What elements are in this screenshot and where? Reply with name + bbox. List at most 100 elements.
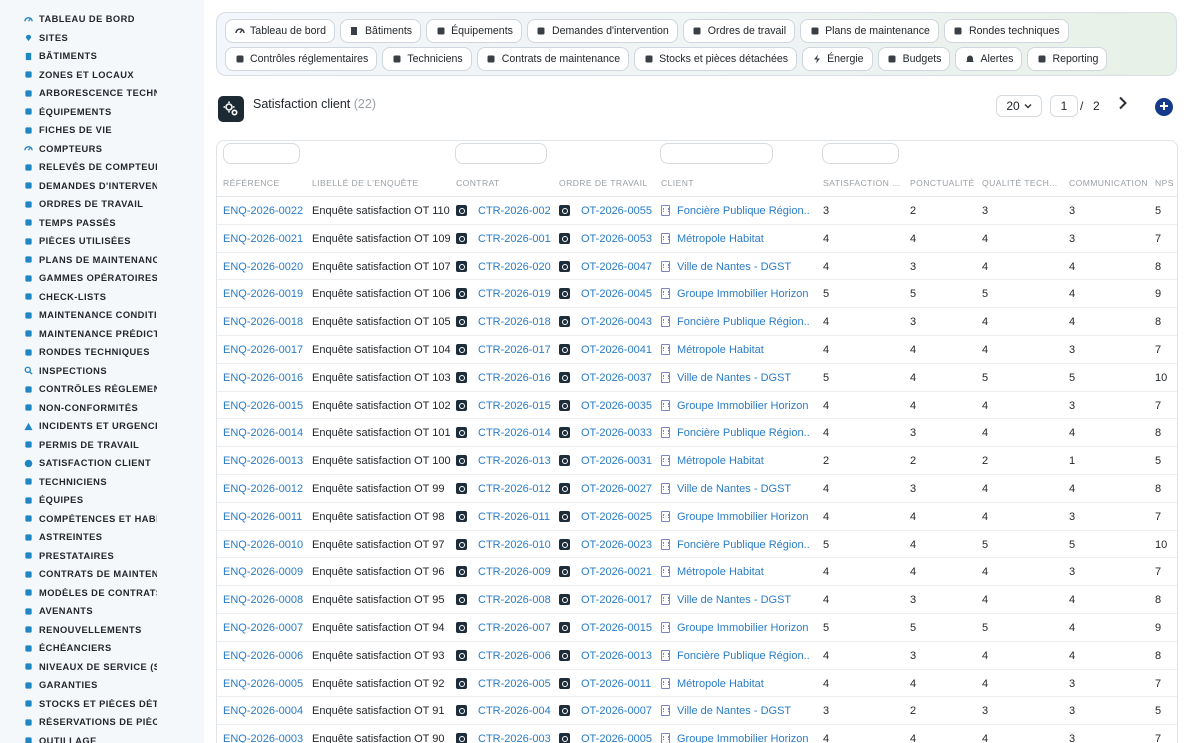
reference-link[interactable]: ENQ-2026-0013 bbox=[223, 455, 303, 467]
column-header[interactable]: CONTRAT bbox=[456, 178, 500, 188]
client-link[interactable]: Ville de Nantes - DGST bbox=[677, 372, 810, 384]
contract-link[interactable]: CTR-2026-019 bbox=[478, 288, 551, 300]
client-link[interactable]: Groupe Immobilier Horizon bbox=[677, 622, 810, 634]
client-link[interactable]: Groupe Immobilier Horizon bbox=[677, 288, 810, 300]
reference-link[interactable]: ENQ-2026-0018 bbox=[223, 316, 303, 328]
reference-link[interactable]: ENQ-2026-0016 bbox=[223, 372, 303, 384]
table-row[interactable]: ENQ-2026-0021 Enquête satisfaction OT 109… bbox=[217, 225, 1177, 253]
sidebar-item-maintenance-predicti[interactable]: MAINTENANCE PRÉDICTI bbox=[0, 325, 204, 344]
work-order-link[interactable]: OT-2026-0047 bbox=[581, 261, 652, 273]
client-link[interactable]: Métropole Habitat bbox=[677, 455, 810, 467]
reference-link[interactable]: ENQ-2026-0014 bbox=[223, 427, 303, 439]
sidebar-item-plans-de-maintenance[interactable]: PLANS DE MAINTENANCE bbox=[0, 251, 204, 270]
work-order-link[interactable]: OT-2026-0033 bbox=[581, 427, 652, 439]
table-row[interactable]: ENQ-2026-0010 Enquête satisfaction OT 97 C… bbox=[217, 531, 1177, 559]
column-header[interactable]: CLIENT bbox=[661, 178, 694, 188]
contract-link[interactable]: CTR-2026-001 bbox=[478, 233, 551, 245]
reference-link[interactable]: ENQ-2026-0004 bbox=[223, 705, 303, 717]
contract-link[interactable]: CTR-2026-002 bbox=[478, 205, 551, 217]
table-row[interactable]: ENQ-2026-0013 Enquête satisfaction OT 100… bbox=[217, 447, 1177, 475]
sidebar-item-astreintes[interactable]: ASTREINTES bbox=[0, 528, 204, 547]
work-order-link[interactable]: OT-2026-0023 bbox=[581, 539, 652, 551]
contract-link[interactable]: CTR-2026-008 bbox=[478, 594, 551, 606]
sidebar-item-avenants[interactable]: AVENANTS bbox=[0, 602, 204, 621]
work-order-link[interactable]: OT-2026-0025 bbox=[581, 511, 652, 523]
contrat-filter-input[interactable] bbox=[455, 143, 547, 164]
client-link[interactable]: Ville de Nantes - DGST bbox=[677, 705, 810, 717]
reference-link[interactable]: ENQ-2026-0008 bbox=[223, 594, 303, 606]
reference-link[interactable]: ENQ-2026-0020 bbox=[223, 261, 303, 273]
sidebar-item-echeanciers[interactable]: ÉCHÉANCIERS bbox=[0, 639, 204, 658]
client-link[interactable]: Ville de Nantes - DGST bbox=[677, 483, 810, 495]
column-header[interactable]: QUALITÉ TECH... bbox=[982, 178, 1060, 188]
table-row[interactable]: ENQ-2026-0014 Enquête satisfaction OT 101… bbox=[217, 419, 1177, 448]
sidebar-item-incidents-et-urgences[interactable]: INCIDENTS ET URGENCES bbox=[0, 417, 204, 436]
sidebar-item-permis-de-travail[interactable]: PERMIS DE TRAVAIL bbox=[0, 436, 204, 455]
work-order-link[interactable]: OT-2026-0055 bbox=[581, 205, 652, 217]
client-link[interactable]: Métropole Habitat bbox=[677, 344, 810, 356]
sidebar-item-niveaux-de-service-sl[interactable]: NIVEAUX DE SERVICE (SL bbox=[0, 658, 204, 677]
column-header[interactable]: COMMUNICATION bbox=[1069, 178, 1148, 188]
table-row[interactable]: ENQ-2026-0003 Enquête satisfaction OT 90 C… bbox=[217, 725, 1177, 743]
client-link[interactable]: Foncière Publique Région... bbox=[677, 650, 810, 662]
table-row[interactable]: ENQ-2026-0015 Enquête satisfaction OT 102… bbox=[217, 392, 1177, 420]
tab-budgets[interactable]: Budgets bbox=[877, 47, 951, 71]
tab-techniciens[interactable]: Techniciens bbox=[382, 47, 472, 71]
reference-link[interactable]: ENQ-2026-0015 bbox=[223, 400, 303, 412]
reference-link[interactable]: ENQ-2026-0017 bbox=[223, 344, 303, 356]
reference-link[interactable]: ENQ-2026-0003 bbox=[223, 733, 303, 743]
work-order-link[interactable]: OT-2026-0013 bbox=[581, 650, 652, 662]
client-link[interactable]: Ville de Nantes - DGST bbox=[677, 594, 810, 606]
sidebar-item-techniciens[interactable]: TECHNICIENS bbox=[0, 473, 204, 492]
table-row[interactable]: ENQ-2026-0007 Enquête satisfaction OT 94 C… bbox=[217, 614, 1177, 642]
sidebar-item-competences-et-habil[interactable]: COMPÉTENCES ET HABIL bbox=[0, 510, 204, 529]
tab-alertes[interactable]: Alertes bbox=[955, 47, 1023, 71]
tab-reporting[interactable]: Reporting bbox=[1027, 47, 1108, 71]
contract-link[interactable]: CTR-2026-006 bbox=[478, 650, 551, 662]
sidebar-item-modeles-de-contrats[interactable]: MODÈLES DE CONTRATS bbox=[0, 584, 204, 603]
client-link[interactable]: Foncière Publique Région... bbox=[677, 539, 810, 551]
current-page-input[interactable]: 1 bbox=[1050, 95, 1078, 117]
sidebar-item-reservations-de-piece[interactable]: RÉSERVATIONS DE PIÈCE bbox=[0, 713, 204, 732]
tab-demandes-d-intervention[interactable]: Demandes d'intervention bbox=[526, 19, 678, 43]
tab-controles-reglementaires[interactable]: Contrôles réglementaires bbox=[225, 47, 378, 71]
client-link[interactable]: Métropole Habitat bbox=[677, 233, 810, 245]
sidebar-item-zones-et-locaux[interactable]: ZONES ET LOCAUX bbox=[0, 66, 204, 85]
reference-link[interactable]: ENQ-2026-0009 bbox=[223, 566, 303, 578]
reference-link[interactable]: ENQ-2026-0011 bbox=[223, 511, 302, 523]
sidebar-item-fiches-de-vie[interactable]: FICHES DE VIE bbox=[0, 121, 204, 140]
table-row[interactable]: ENQ-2026-0022 Enquête satisfaction OT 110… bbox=[217, 197, 1177, 225]
sidebar-item-controles-reglement[interactable]: CONTRÔLES RÉGLEMENT bbox=[0, 380, 204, 399]
contract-link[interactable]: CTR-2026-004 bbox=[478, 705, 551, 717]
sidebar-item-garanties[interactable]: GARANTIES bbox=[0, 676, 204, 695]
sidebar-item-sites[interactable]: SITES bbox=[0, 29, 204, 48]
work-order-link[interactable]: OT-2026-0007 bbox=[581, 705, 652, 717]
contract-link[interactable]: CTR-2026-003 bbox=[478, 733, 551, 743]
reference-link[interactable]: ENQ-2026-0005 bbox=[223, 678, 303, 690]
column-header[interactable]: LIBELLÉ DE L'ENQUÊTE bbox=[312, 178, 419, 188]
sidebar-item-batiments[interactable]: BÂTIMENTS bbox=[0, 47, 204, 66]
sidebar-item-outillage[interactable]: OUTILLAGE bbox=[0, 732, 204, 743]
table-row[interactable]: ENQ-2026-0006 Enquête satisfaction OT 93 C… bbox=[217, 642, 1177, 670]
reference-link[interactable]: ENQ-2026-0010 bbox=[223, 539, 303, 551]
reference-link[interactable]: ENQ-2026-0012 bbox=[223, 483, 303, 495]
sidebar-item-temps-passes[interactable]: TEMPS PASSÉS bbox=[0, 214, 204, 233]
column-header[interactable]: NPS bbox=[1155, 178, 1174, 188]
reference-filter-input[interactable] bbox=[223, 143, 300, 164]
tab-batiments[interactable]: Bâtiments bbox=[339, 19, 422, 43]
contract-link[interactable]: CTR-2026-016 bbox=[478, 372, 551, 384]
tab-contrats-de-maintenance[interactable]: Contrats de maintenance bbox=[476, 47, 630, 71]
client-link[interactable]: Ville de Nantes - DGST bbox=[677, 261, 810, 273]
sidebar-item-renouvellements[interactable]: RENOUVELLEMENTS bbox=[0, 621, 204, 640]
page-size-select[interactable]: 20 bbox=[996, 95, 1042, 117]
contract-link[interactable]: CTR-2026-015 bbox=[478, 400, 551, 412]
client-filter-input[interactable] bbox=[660, 143, 773, 164]
satisfaction-filter-input[interactable] bbox=[822, 143, 899, 164]
client-link[interactable]: Groupe Immobilier Horizon bbox=[677, 733, 810, 743]
client-link[interactable]: Groupe Immobilier Horizon bbox=[677, 511, 810, 523]
tab-equipements[interactable]: Équipements bbox=[426, 19, 522, 43]
contract-link[interactable]: CTR-2026-017 bbox=[478, 344, 551, 356]
tab-stocks-et-pieces-detachees[interactable]: Stocks et pièces détachées bbox=[634, 47, 798, 71]
sidebar-item-contrats-de-maintena[interactable]: CONTRATS DE MAINTENA bbox=[0, 565, 204, 584]
work-order-link[interactable]: OT-2026-0027 bbox=[581, 483, 652, 495]
